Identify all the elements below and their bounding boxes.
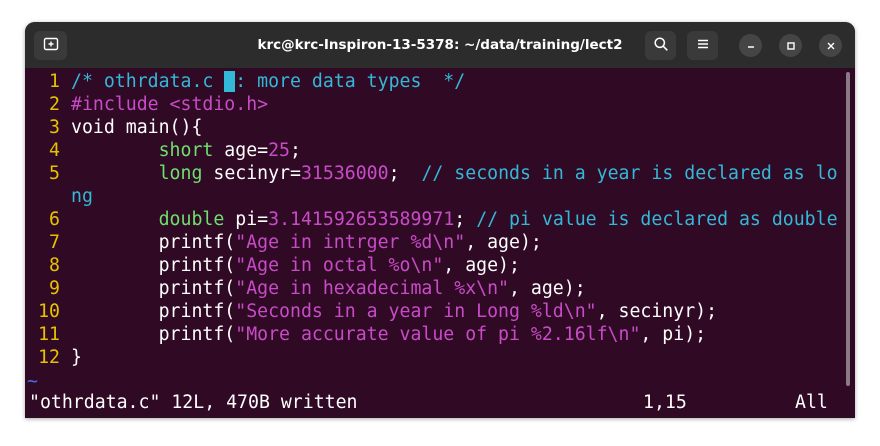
search-icon [653, 36, 669, 56]
code-token: pi= [224, 209, 269, 230]
line-code: printf("Age in octal %o\n", age); [71, 255, 520, 276]
code-line: 10 printf("Seconds in a year in Long %ld… [25, 300, 717, 323]
code-line: 6 double pi=3.141592653589971; // pi val… [25, 208, 838, 231]
code-line: 2 #include <stdio.h> [25, 93, 268, 116]
line-code: long secinyr=31536000; // seconds in a y… [71, 163, 838, 184]
code-token: short [158, 140, 214, 161]
code-token: // seconds in a year is declared as lo [421, 163, 838, 184]
code-line: 1 /* othrdata.c : more data types */ [25, 70, 465, 93]
code-token: printf( [71, 232, 236, 253]
code-token: , secinyr); [596, 301, 718, 322]
code-token: "Age in octal %o\n" [235, 255, 444, 276]
scroll-state: All [795, 392, 828, 413]
title-bar: krc@krc-Inspiron-13-5378: ~/data/trainin… [25, 22, 855, 68]
line-code: } [71, 347, 82, 368]
new-tab-icon [43, 36, 59, 56]
line-number: 9 [49, 278, 60, 299]
code-token: void main(){ [71, 117, 203, 138]
line-number: 3 [49, 117, 60, 138]
line-number: 7 [49, 232, 60, 253]
line-number: 5 [49, 163, 60, 184]
code-line: 8 printf("Age in octal %o\n", age); [25, 254, 520, 277]
code-token: secinyr= [202, 163, 301, 184]
line-number: 11 [38, 324, 60, 345]
line-code: /* othrdata.c : more data types */ [71, 71, 465, 92]
minimize-icon [746, 36, 756, 55]
code-token: , age); [443, 255, 520, 276]
line-code: short age=25; [71, 140, 301, 161]
code-token: printf( [71, 324, 236, 345]
code-token: printf( [71, 278, 236, 299]
code-token: ; [454, 209, 477, 230]
hamburger-menu-icon [696, 36, 710, 55]
line-number: 1 [49, 71, 60, 92]
maximize-icon [786, 36, 796, 55]
code-token: "More accurate value of pi %2.16lf\n" [235, 324, 641, 345]
vim-editor[interactable]: 1 /* othrdata.c : more data types */ 2 #inc… [25, 68, 855, 418]
menu-button[interactable] [687, 31, 718, 60]
close-icon [826, 36, 836, 55]
code-token: , pi); [640, 324, 707, 345]
minimize-button[interactable] [739, 34, 762, 57]
code-token: ; [388, 163, 422, 184]
line-code: ng [71, 186, 93, 207]
text-cursor [224, 71, 236, 92]
line-number: 10 [38, 301, 60, 322]
line-number: 12 [38, 347, 60, 368]
scrollbar[interactable] [846, 72, 850, 386]
code-token: , age); [465, 232, 542, 253]
code-token: ; [290, 140, 301, 161]
code-line: 11 printf("More accurate value of pi %2.… [25, 323, 706, 346]
maximize-button[interactable] [779, 34, 802, 57]
line-code: double pi=3.141592653589971; // pi value… [71, 209, 838, 230]
code-line: ng [25, 185, 93, 208]
line-number: 8 [49, 255, 60, 276]
code-token: 3.141592653589971 [268, 209, 455, 230]
close-button[interactable] [819, 34, 842, 57]
code-token: ng [71, 186, 93, 207]
line-number: 2 [49, 94, 60, 115]
cursor-position: 1,15 [643, 392, 687, 413]
empty-line-tilde: ~ [27, 371, 38, 392]
terminal-window: krc@krc-Inspiron-13-5378: ~/data/trainin… [25, 22, 855, 418]
status-message: "othrdata.c" 12L, 470B written [29, 392, 358, 413]
code-token: age= [213, 140, 269, 161]
code-token: , age); [509, 278, 586, 299]
code-token: /* othrdata.c [71, 71, 225, 92]
code-token: printf( [71, 301, 236, 322]
code-token: printf( [71, 255, 236, 276]
line-code: printf("More accurate value of pi %2.16l… [71, 324, 707, 345]
code-line: 12} [25, 346, 82, 369]
code-token: 31536000 [300, 163, 389, 184]
code-token: "Age in intrger %d\n" [235, 232, 466, 253]
code-token: // pi value is declared as double [476, 209, 838, 230]
code-token: "Seconds in a year in Long %ld\n" [235, 301, 597, 322]
search-button[interactable] [645, 31, 676, 60]
code-token: } [71, 347, 82, 368]
code-token: 25 [268, 140, 291, 161]
new-tab-button[interactable] [34, 31, 67, 60]
code-token: "Age in hexadecimal %x\n" [235, 278, 509, 299]
line-code: #include <stdio.h> [71, 94, 268, 115]
code-line: 3 void main(){ [25, 116, 202, 139]
window-title: krc@krc-Inspiron-13-5378: ~/data/trainin… [257, 37, 623, 53]
code-token: long [158, 163, 203, 184]
code-token: #include <stdio.h> [71, 94, 269, 115]
line-number: 6 [49, 209, 60, 230]
line-number: 4 [49, 140, 60, 161]
line-code: printf("Seconds in a year in Long %ld\n"… [71, 301, 717, 322]
code-line: 4 short age=25; [25, 139, 301, 162]
code-token: double [158, 209, 225, 230]
code-line: 5 long secinyr=31536000; // seconds in a… [25, 162, 838, 185]
code-line: 7 printf("Age in intrger %d\n", age); [25, 231, 542, 254]
code-line: 9 printf("Age in hexadecimal %x\n", age)… [25, 277, 586, 300]
code-token: : more data types */ [235, 71, 466, 92]
line-code: printf("Age in intrger %d\n", age); [71, 232, 542, 253]
line-code: void main(){ [71, 117, 202, 138]
line-code: printf("Age in hexadecimal %x\n", age); [71, 278, 586, 299]
